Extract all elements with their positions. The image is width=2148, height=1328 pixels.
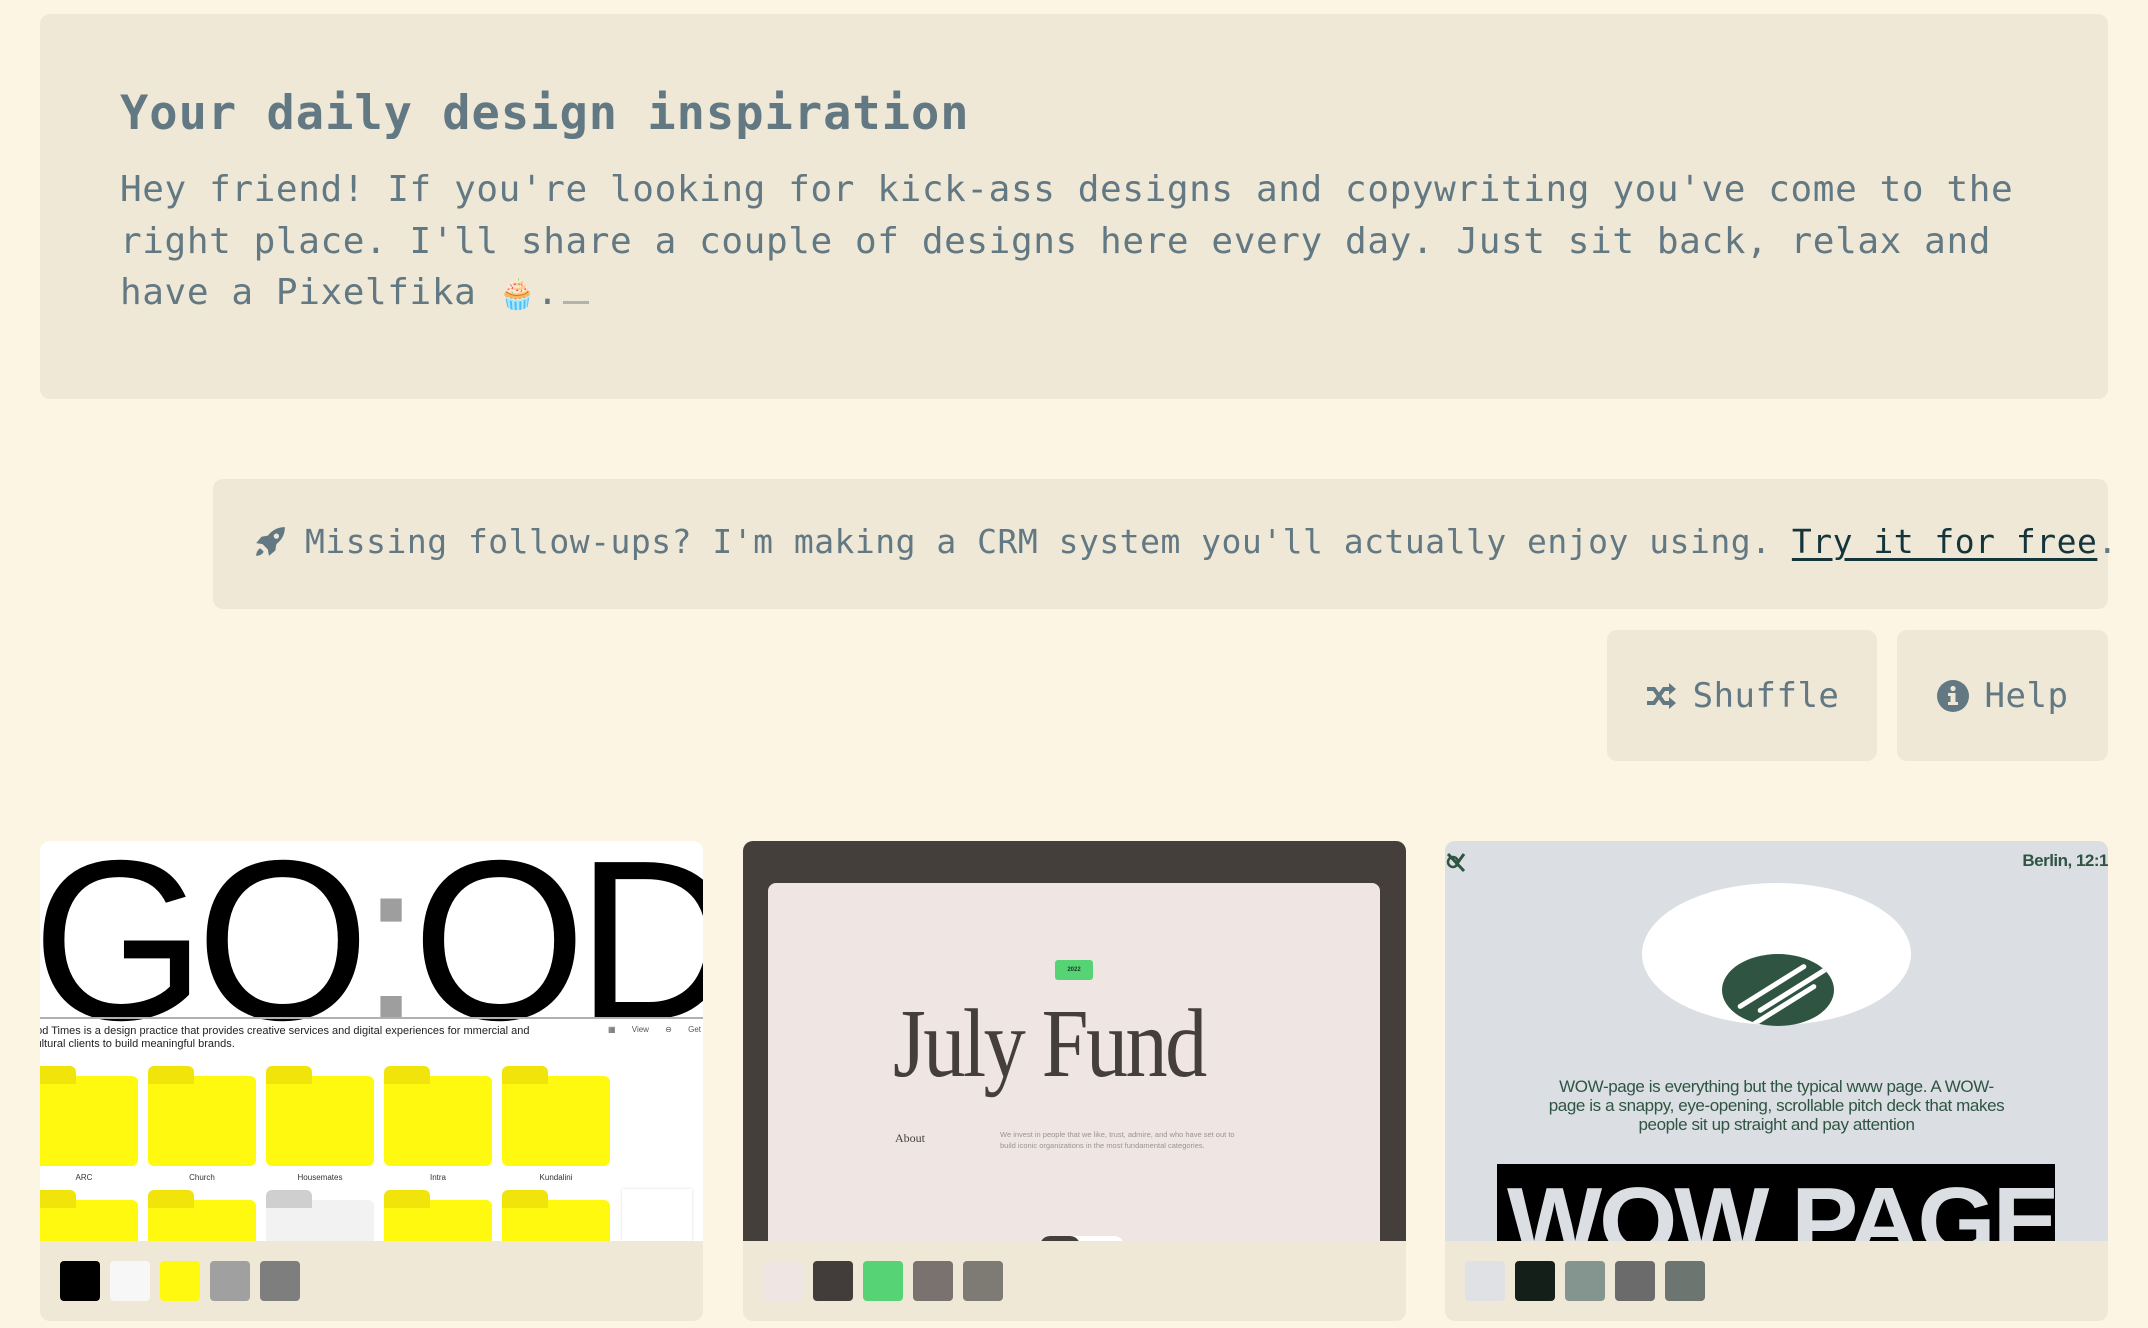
rocket-icon [256, 526, 285, 556]
design-card[interactable]: 2022 July Fund About We invest in people… [743, 841, 1406, 1321]
folder-icon [502, 1066, 610, 1166]
intro-body: Hey friend! If you're looking for kick-a… [120, 169, 2014, 313]
color-swatch[interactable] [1515, 1261, 1555, 1301]
crm-promo-banner: Missing follow-ups? I'm making a CRM sys… [213, 479, 2117, 609]
folder-icon [266, 1066, 374, 1166]
promo-suffix: . [2097, 522, 2118, 561]
color-swatch[interactable] [813, 1261, 853, 1301]
promo-text: Missing follow-ups? I'm making a CRM sys… [305, 522, 1772, 561]
intro-panel: Your daily design inspiration Hey friend… [40, 14, 2108, 399]
intro-text: Hey friend! If you're looking for kick-a… [120, 164, 2080, 321]
city-time: Berlin, 12:1 [2022, 851, 2108, 870]
folder-icon [148, 1066, 256, 1166]
color-swatch[interactable] [963, 1261, 1003, 1301]
help-button[interactable]: Help [1897, 630, 2108, 761]
color-swatch[interactable] [110, 1261, 150, 1301]
preview-blurb: WOW-page is everything but the typical w… [1548, 1077, 2005, 1134]
folder-icon [266, 1190, 374, 1241]
toggle-pill [1040, 1236, 1124, 1241]
color-palette [60, 1261, 300, 1301]
striped-ball [1722, 954, 1834, 1026]
about-label: About [895, 1131, 925, 1145]
design-preview[interactable]: Berlin, 12:1 WOW-page is everything but … [1445, 841, 2108, 1241]
folder-label: ARC [75, 1173, 93, 1182]
folder-icon [502, 1190, 610, 1241]
folder-label: Church [189, 1173, 215, 1182]
divider [40, 1017, 703, 1019]
color-swatch[interactable] [1565, 1261, 1605, 1301]
try-it-free-link[interactable]: Try it for free [1792, 522, 2098, 561]
color-swatch[interactable] [1465, 1261, 1505, 1301]
color-palette [1465, 1261, 1705, 1301]
folder-icon [384, 1066, 492, 1166]
wordmark-block: WOW PAGE [1497, 1164, 2055, 1241]
design-preview[interactable]: GO:OD ood Times is a design practice tha… [40, 841, 703, 1241]
color-swatch[interactable] [863, 1261, 903, 1301]
intro-period: . [536, 272, 559, 313]
color-swatch[interactable] [60, 1261, 100, 1301]
color-swatch[interactable] [160, 1261, 200, 1301]
design-card[interactable]: Berlin, 12:1 WOW-page is everything but … [1445, 841, 2108, 1321]
design-preview[interactable]: 2022 July Fund About We invest in people… [743, 841, 1406, 1241]
folder-label: Intra [429, 1173, 446, 1182]
file-icon [622, 1189, 692, 1241]
color-swatch[interactable] [1665, 1261, 1705, 1301]
page-title: Your daily design inspiration [120, 86, 970, 141]
design-card[interactable]: GO:OD ood Times is a design practice tha… [40, 841, 703, 1321]
folder-label: Kundalini [539, 1173, 573, 1182]
preview-title: July Fund [893, 990, 1207, 1098]
folder-icon [40, 1066, 138, 1166]
color-swatch[interactable] [210, 1261, 250, 1301]
shuffle-label: Shuffle [1692, 675, 1840, 716]
color-swatch[interactable] [1615, 1261, 1655, 1301]
info-icon [1936, 679, 1969, 712]
preview-page: 2022 July Fund About We invest in people… [768, 883, 1380, 1241]
cupcake-emoji: 🧁 [498, 277, 537, 312]
typing-cursor [562, 301, 589, 304]
folder-label: Housemates [297, 1173, 343, 1182]
preview-description: ood Times is a design practice that prov… [40, 1025, 530, 1050]
help-label: Help [1984, 675, 2069, 716]
good-wordmark: GO:OD [40, 841, 703, 1068]
about-text: We invest in people that we like, trust,… [1000, 1130, 1235, 1150]
color-swatch[interactable] [763, 1261, 803, 1301]
shuffle-button[interactable]: Shuffle [1607, 630, 1877, 761]
color-palette [763, 1261, 1003, 1301]
color-swatch[interactable] [260, 1261, 300, 1301]
wow-logo-icon [1446, 852, 1466, 873]
year-badge: 2022 [1055, 960, 1093, 980]
shuffle-icon [1646, 682, 1676, 709]
folder-icon [148, 1190, 256, 1241]
preview-meta: ▦ View ⊖ Get [607, 1025, 701, 1034]
color-swatch[interactable] [913, 1261, 953, 1301]
folder-icon [40, 1190, 138, 1241]
folder-icon [384, 1190, 492, 1241]
